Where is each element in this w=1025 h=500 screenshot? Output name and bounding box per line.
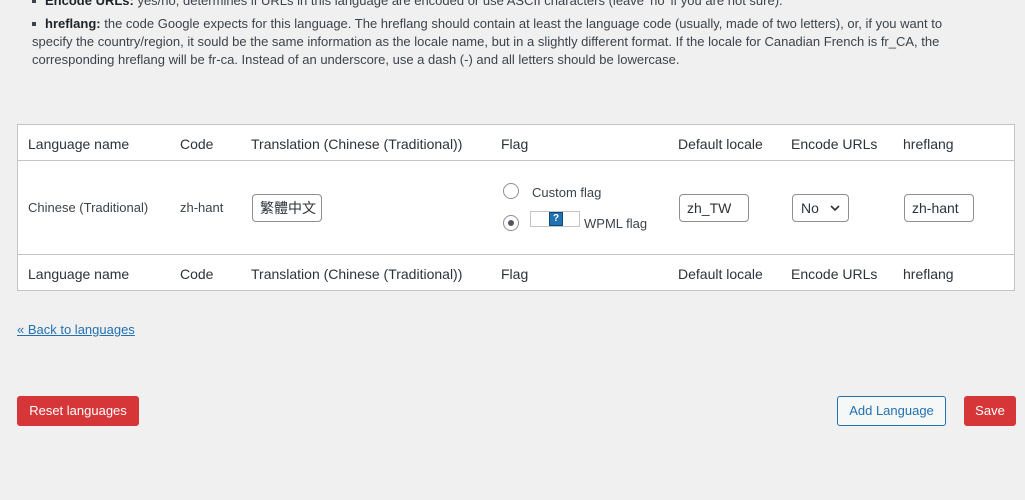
col-code: Code bbox=[180, 266, 214, 282]
col-hreflang: hreflang bbox=[903, 266, 954, 282]
table-footer: Language name Code Translation (Chinese … bbox=[18, 255, 1014, 290]
chevron-down-icon bbox=[830, 205, 840, 212]
flag-preview: ? bbox=[530, 211, 580, 227]
translation-input[interactable]: 繁體中文 bbox=[252, 194, 322, 222]
col-default-locale: Default locale bbox=[678, 266, 763, 282]
table-header: Language name Code Translation (Chinese … bbox=[18, 125, 1014, 161]
wpml-flag-radio[interactable] bbox=[503, 215, 519, 231]
encode-urls-select[interactable]: No bbox=[792, 194, 849, 222]
help-desc: yes/no, determines if URLs in this langu… bbox=[133, 0, 783, 8]
help-desc: the code Google expects for this languag… bbox=[100, 16, 943, 31]
wpml-flag-label: WPML flag bbox=[584, 216, 648, 231]
back-to-languages-link[interactable]: « Back to languages bbox=[17, 322, 135, 337]
save-button[interactable]: Save bbox=[964, 396, 1016, 426]
help-encode-urls: Encode URLs: yes/no, determines if URLs … bbox=[32, 0, 1002, 10]
col-translation: Translation (Chinese (Traditional)) bbox=[251, 136, 463, 152]
col-language-name: Language name bbox=[28, 136, 130, 152]
help-desc: specify the country/region, it sould be … bbox=[32, 34, 940, 49]
col-flag: Flag bbox=[501, 136, 529, 152]
add-language-button[interactable]: Add Language bbox=[837, 396, 946, 426]
language-code: zh-hant bbox=[180, 200, 224, 215]
default-locale-input[interactable]: zh_TW bbox=[679, 194, 749, 222]
custom-flag-label: Custom flag bbox=[532, 185, 602, 200]
language-name: Chinese (Traditional) bbox=[28, 200, 149, 215]
help-hreflang: hreflang: the code Google expects for th… bbox=[32, 15, 1002, 69]
help-term: hreflang: bbox=[45, 16, 101, 31]
hreflang-input[interactable]: zh-hant bbox=[904, 194, 974, 222]
languages-table: Language name Code Translation (Chinese … bbox=[17, 124, 1015, 291]
col-flag: Flag bbox=[501, 266, 529, 282]
col-code: Code bbox=[180, 136, 214, 152]
col-hreflang: hreflang bbox=[903, 136, 954, 152]
col-encode-urls: Encode URLs bbox=[791, 136, 878, 152]
bullet-icon bbox=[32, 22, 36, 26]
encode-urls-value: No bbox=[801, 200, 819, 216]
col-translation: Translation (Chinese (Traditional)) bbox=[251, 266, 463, 282]
col-language-name: Language name bbox=[28, 266, 130, 282]
col-encode-urls: Encode URLs bbox=[791, 266, 878, 282]
table-row: Chinese (Traditional) zh-hant 繁體中文 Custo… bbox=[18, 161, 1014, 255]
custom-flag-radio[interactable] bbox=[503, 183, 519, 199]
help-desc: corresponding hreflang will be fr-ca. In… bbox=[32, 52, 680, 67]
col-default-locale: Default locale bbox=[678, 136, 763, 152]
reset-languages-button[interactable]: Reset languages bbox=[17, 396, 139, 426]
help-term: Encode URLs: bbox=[45, 0, 134, 8]
bullet-icon bbox=[32, 0, 36, 3]
help-text: Encode URLs: yes/no, determines if URLs … bbox=[32, 0, 1002, 69]
question-flag-icon: ? bbox=[549, 212, 563, 226]
